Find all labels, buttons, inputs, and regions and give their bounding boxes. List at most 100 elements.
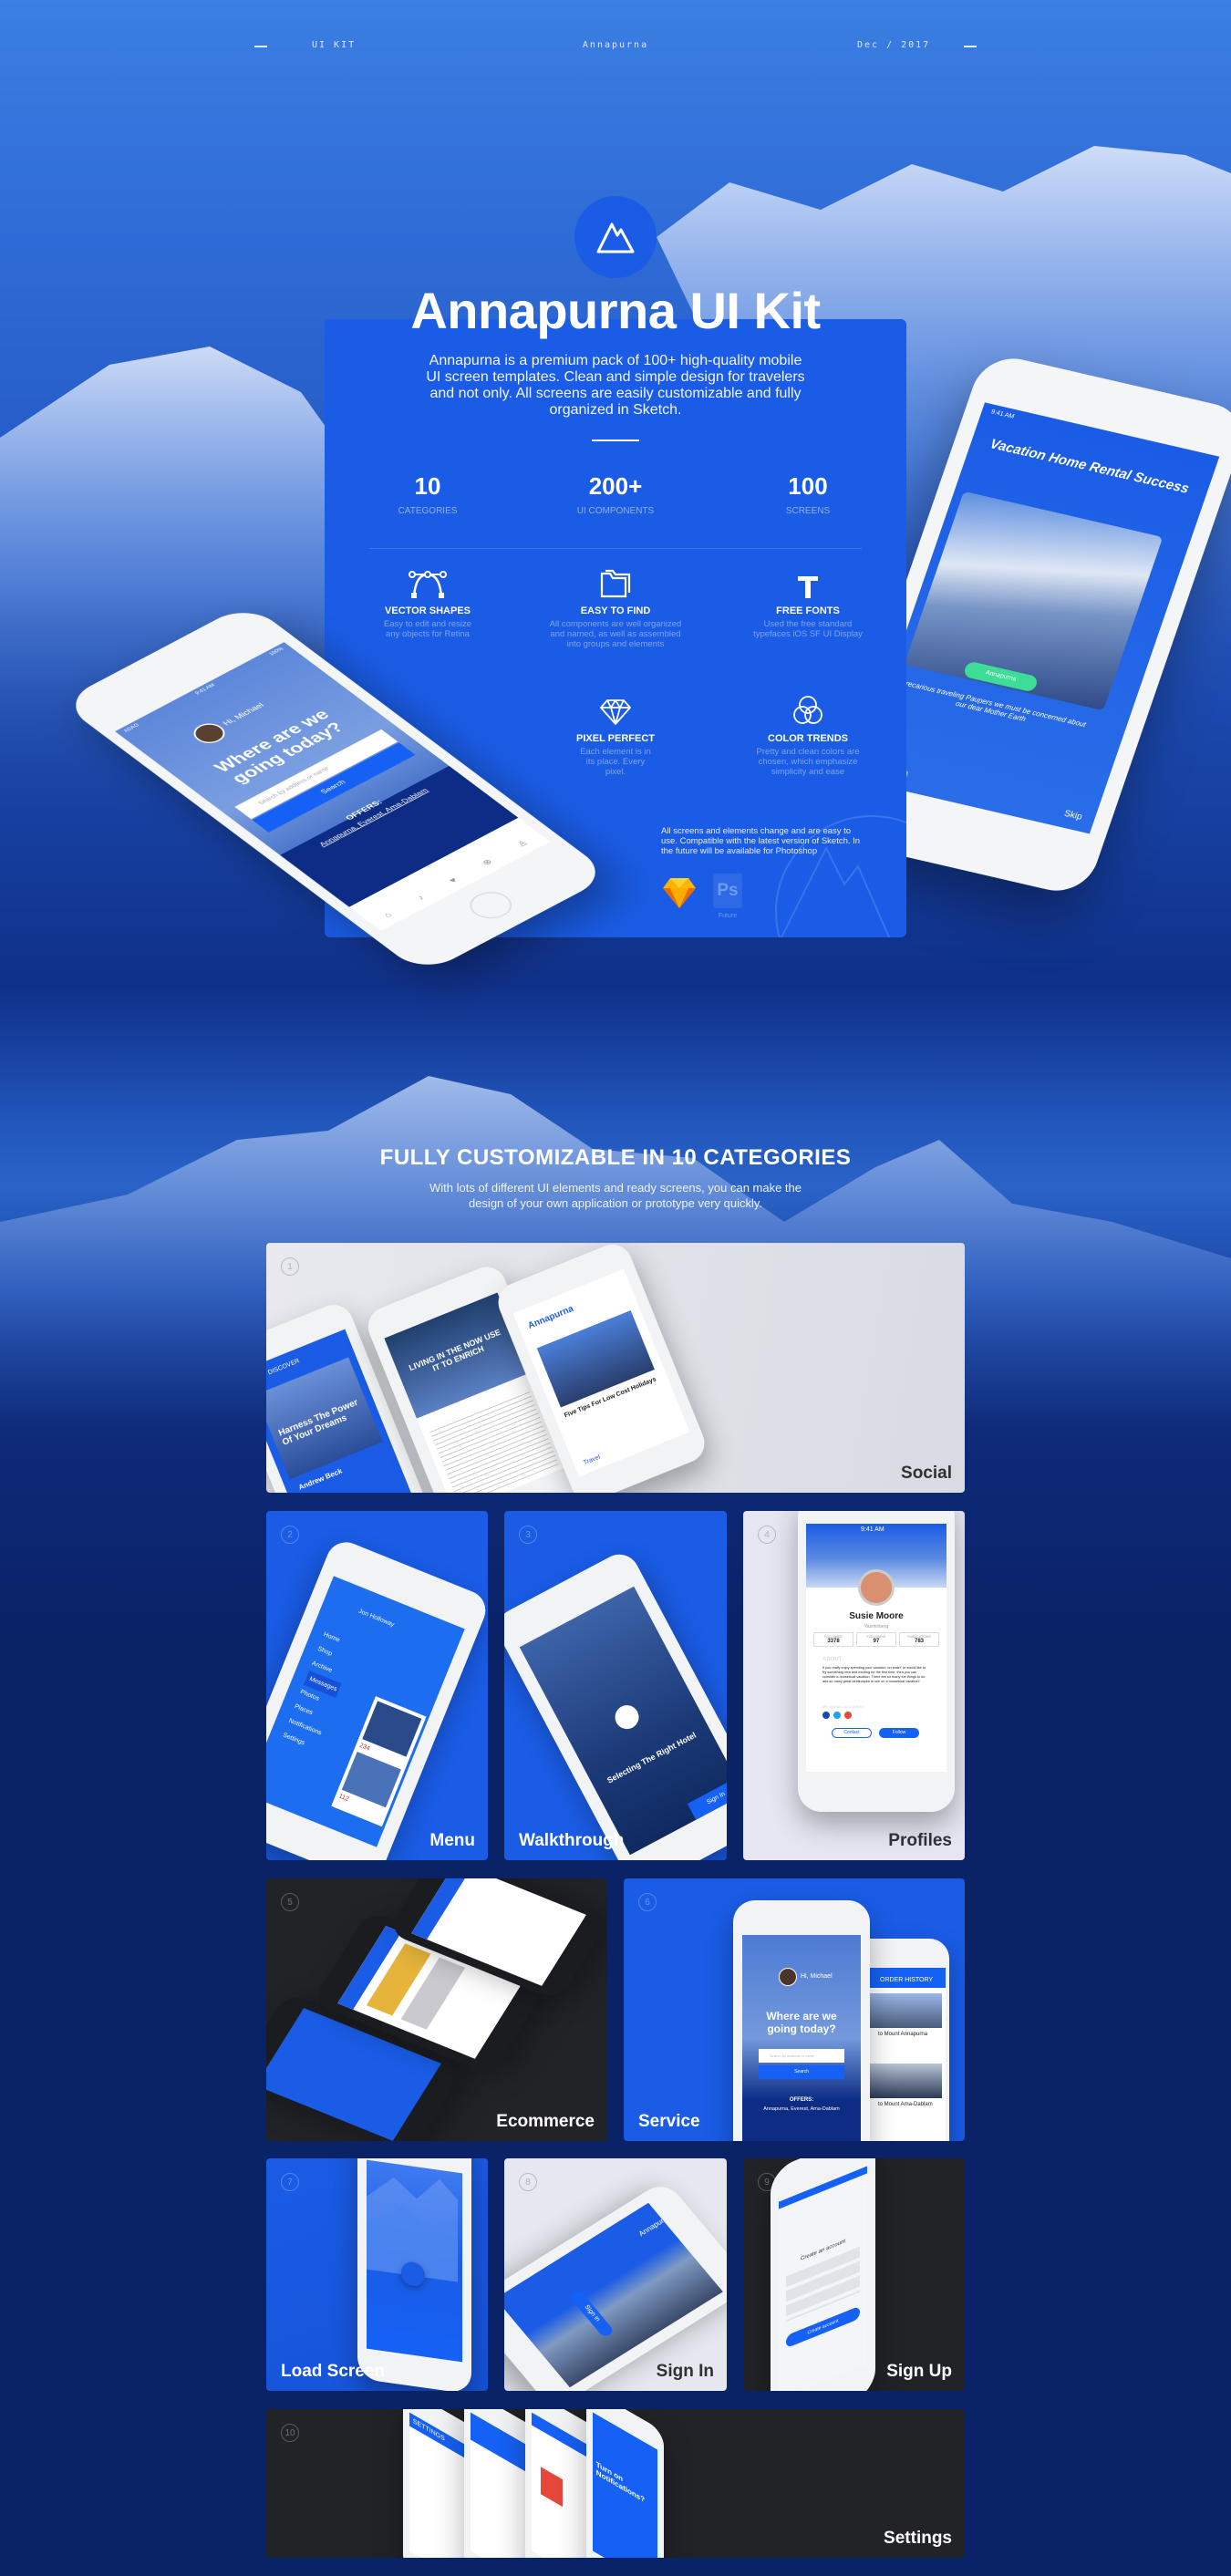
stat-value: 10 [414,472,441,500]
greeting: Hi, Michael [801,1973,833,1980]
facebook-icon[interactable] [822,1712,830,1719]
tab-bar[interactable]: ⌂ ♪ ♥ ⊗ ♙ [367,832,544,927]
feature-title: VECTOR SHAPES [385,605,471,616]
cards-preview: 234 112 [331,1695,427,1826]
screen-text: Annapurna [526,1303,575,1331]
stat-value: 100 [788,472,828,500]
screen-text: Selecting The Right Hotel [605,1730,698,1785]
tile-label: Ecommerce [496,2112,595,2131]
stat-value: 200+ [588,472,643,500]
category-tile-service[interactable]: 6 ORDER HISTORY to Mount Annapurna to Mo… [624,1878,965,2141]
feature-easy-to-find: EASY TO FIND All components are well orga… [538,567,693,649]
heart-icon[interactable]: ♥ [447,876,460,885]
avatar [779,1968,797,1986]
mountain-watermark-icon [775,815,906,937]
tile-number: 5 [281,1893,299,1911]
category-tile-ecommerce[interactable]: 5 Ecommerce [266,1878,607,2141]
tile-label: Service [638,2112,700,2131]
feature-desc: Easy to edit and resize any objects for … [383,619,472,639]
onboarding-title: Vacation Home Rental Success [988,436,1192,497]
tile-number: 10 [281,2424,299,2442]
home-button [460,886,521,925]
tile-label: Social [901,1464,952,1483]
phone-mockup: Selecting The Right Hotel Sign In [504,1547,727,1860]
feature-pixel-perfect: PIXEL PERFECT Each element is in its plac… [538,695,693,777]
section-subtitle: With lots of different UI elements and r… [429,1181,802,1210]
sign-in-button[interactable]: Sign in [568,2289,616,2339]
post-image [536,1309,655,1407]
greeting: Hi, Michael [221,701,267,728]
sketch-icon [663,878,696,908]
tile-number: 1 [281,1257,299,1276]
tile-number: 7 [281,2173,299,2191]
twitter-icon[interactable] [833,1712,841,1719]
phone-mockup: Hi, Michael Where are we going today? Se… [733,1900,870,2141]
tile-label: Settings [884,2529,952,2548]
tile-label: Load Screen [281,2362,386,2381]
divider-line [369,548,862,549]
category-tile-settings[interactable]: 10 SETTINGS Turn on Notifications? Setti… [266,2409,965,2558]
feature-title: EASY TO FIND [580,605,651,616]
offers-label: OFFERS: [789,2097,814,2103]
hero-title: Annapurna UI Kit [410,282,821,339]
diamond-icon [600,699,631,725]
user-icon[interactable]: ♙ [514,839,530,849]
feature-desc: Each element is in its place. Every pixe… [580,747,651,777]
feature-title: COLOR TRENDS [768,733,848,744]
category-tile-sign-up[interactable]: 9 Create an account Create account Sign … [743,2158,965,2391]
tile-number: 4 [758,1526,776,1544]
status-battery: 100% [268,647,285,657]
tile-label: Profiles [888,1831,952,1850]
bell-icon[interactable]: ♪ [414,894,427,902]
home-icon[interactable]: ⌂ [381,910,395,919]
status-time: 9:41 AM [989,409,1016,420]
offers-list[interactable]: Annapurna, Everest, Ama-Dablam [742,2106,861,2112]
google-plus-icon[interactable] [844,1712,852,1719]
sign-in-button[interactable]: Sign In [688,1777,727,1820]
stat-screens: 100 SCREENS [735,472,881,516]
category-tile-social[interactable]: 1 DISCOVER Harness The Power Of Your Dre… [266,1243,965,1493]
feature-desc: All components are well organized and na… [549,619,682,649]
search-button[interactable]: Search [759,2065,844,2079]
mountain-logo [574,196,657,278]
category-tile-walkthrough[interactable]: 3 Selecting The Right Hotel Sign In Walk… [504,1511,727,1860]
skip-link[interactable]: Skip [1063,809,1084,822]
category-tile-menu[interactable]: 2 Jon Holloway Home Shop Archive Messages Ph… [266,1511,488,1860]
tile-label: Sign In [656,2362,714,2381]
category-tile-sign-in[interactable]: 8 Annapurna Sign in Sign In [504,2158,727,2391]
social-label: MY SOCIAL ACCOUNTS [822,1704,864,1709]
screen-text: Harness The Power Of Your Dreams [266,1357,383,1480]
stat-components: 200+ UI COMPONENTS [543,472,688,516]
contact-button[interactable]: Contact [832,1728,872,1738]
divider [592,440,639,441]
tile-number: 8 [519,2173,537,2191]
stat-label: SCREENS [785,506,831,516]
feature-desc: Used the free standard typefaces iOS SF … [753,619,863,639]
hero-description: Annapurna is a premium pack of 100+ high… [426,353,805,418]
play-icon[interactable] [610,1701,643,1733]
screen-text: Jon Holloway [357,1608,396,1629]
screen-text: Turn on Notifications? [595,2459,646,2505]
profile-location: Yasminberg [864,1624,889,1629]
stat-value: 97 [873,1639,880,1644]
phone-mockup: Create an account Create account [771,2158,875,2391]
compass-icon[interactable]: ⊗ [480,857,495,867]
phone-mockup: 9:41 AM Susie Moore Yasminberg FOLLOWER 3… [798,1511,955,1812]
screen-text: DISCOVER [267,1358,301,1377]
feature-desc: Pretty and clean colors are chosen, whic… [756,747,860,777]
headline: Where are we going today? [766,2010,837,2035]
feature-title: PIXEL PERFECT [576,733,655,744]
stat-label: UI COMPONENTS [576,506,655,516]
social-icons[interactable] [822,1712,852,1719]
profile-name: Susie Moore [849,1611,904,1621]
status-time: 9:41 AM [861,1526,884,1533]
mountain-icon [596,222,635,253]
search-input[interactable]: Search by address or name [759,2049,844,2063]
photoshop-icon: Ps [713,874,742,908]
color-circles-icon [793,696,822,724]
follow-button[interactable]: Follow [879,1728,919,1738]
about-label: ABOUT [822,1657,843,1662]
category-tile-profiles[interactable]: 4 9:41 AM Susie Moore Yasminberg FOLLOWE… [743,1511,965,1860]
menu-list[interactable]: Home Shop Archive Messages Photos Places Notif… [280,1627,358,1754]
category-tile-load-screen[interactable]: 7 Load Screen [266,2158,488,2391]
